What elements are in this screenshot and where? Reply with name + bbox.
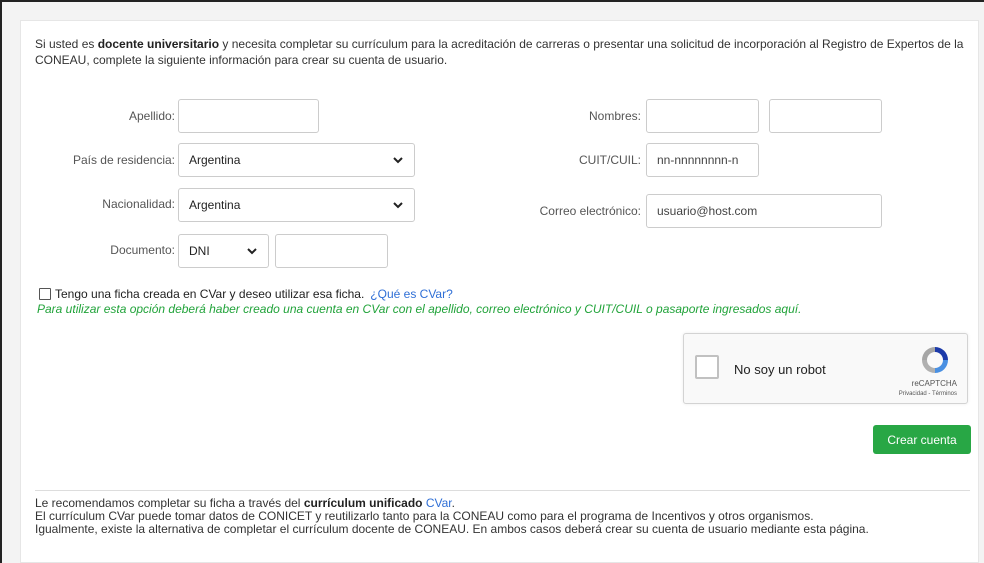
footer-text: Le recomendamos completar su ficha a tra… xyxy=(35,497,970,536)
nacionalidad-label: Nacionalidad: xyxy=(102,197,175,211)
documento-number-input[interactable] xyxy=(275,234,388,268)
create-account-button[interactable]: Crear cuenta xyxy=(873,425,971,454)
footer-line-3: Igualmente, existe la alternativa de com… xyxy=(35,522,869,536)
window-border-top xyxy=(0,0,984,2)
nombres-input-2[interactable] xyxy=(769,99,882,133)
nacionalidad-selected-value: Argentina xyxy=(189,198,241,212)
intro-bold: docente universitario xyxy=(97,37,220,51)
footer-divider xyxy=(35,490,970,491)
apellido-label: Apellido: xyxy=(128,109,175,123)
documento-label: Documento: xyxy=(110,243,175,257)
footer-bold: currículum unificado xyxy=(303,496,423,510)
apellido-input[interactable] xyxy=(178,99,319,133)
chevron-down-icon xyxy=(247,248,257,255)
cuit-label: CUIT/CUIL: xyxy=(578,153,641,167)
cvar-link[interactable]: CVar xyxy=(426,496,452,510)
nacionalidad-select[interactable]: Argentina xyxy=(178,188,415,222)
documento-type-value: DNI xyxy=(189,244,210,258)
cuit-input[interactable] xyxy=(646,143,759,177)
documento-type-select[interactable]: DNI xyxy=(178,234,269,268)
recaptcha-logo-icon xyxy=(922,347,948,373)
nombres-input-1[interactable] xyxy=(646,99,759,133)
chevron-down-icon xyxy=(393,202,403,209)
pais-selected-value: Argentina xyxy=(189,153,241,167)
window-border-left xyxy=(0,0,2,563)
cvar-note: Para utilizar esta opción deberá haber c… xyxy=(37,302,802,316)
recaptcha-label: No soy un robot xyxy=(734,362,826,377)
chevron-down-icon xyxy=(393,157,403,164)
intro-text: Si usted es docente universitario y nece… xyxy=(35,37,964,67)
correo-label: Correo electrónico: xyxy=(539,204,641,218)
cvar-checkbox-label[interactable]: Tengo una ficha creada en CVar y deseo u… xyxy=(55,287,364,301)
correo-input[interactable] xyxy=(646,194,882,228)
recaptcha-widget: No soy un robot reCAPTCHA Privacidad - T… xyxy=(683,333,968,404)
nombres-label: Nombres: xyxy=(588,109,641,123)
pais-select[interactable]: Argentina xyxy=(178,143,415,177)
cvar-checkbox[interactable] xyxy=(39,288,51,300)
recaptcha-checkbox[interactable] xyxy=(695,355,719,379)
pais-label: País de residencia: xyxy=(72,153,175,167)
cvar-option-row: Tengo una ficha creada en CVar y deseo u… xyxy=(39,287,453,301)
registration-card: Si usted es docente universitario y nece… xyxy=(20,20,979,563)
what-is-cvar-link[interactable]: ¿Qué es CVar? xyxy=(370,287,452,301)
recaptcha-brand: reCAPTCHA xyxy=(911,379,957,388)
recaptcha-terms-link[interactable]: Privacidad - Términos xyxy=(899,391,957,397)
